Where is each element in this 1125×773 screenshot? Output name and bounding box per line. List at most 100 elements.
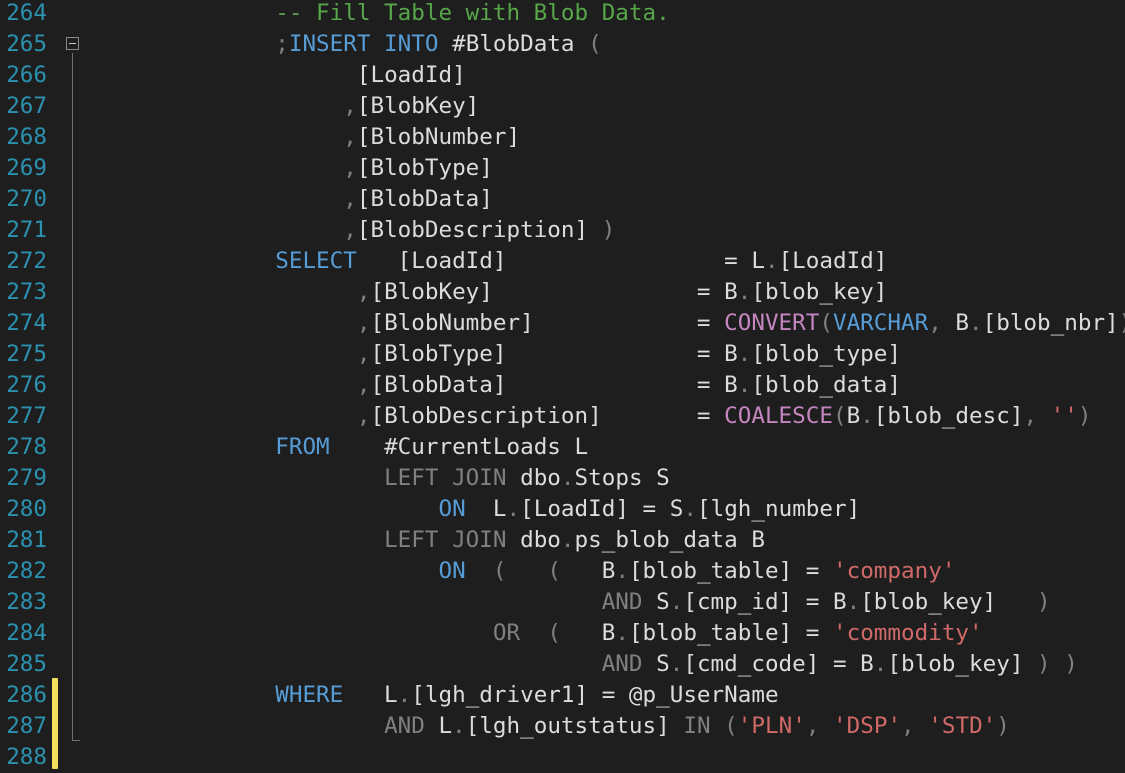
- code-token: ,: [343, 93, 357, 119]
- code-token: ps_blob_data B: [574, 527, 765, 553]
- code-line[interactable]: 286 WHERE L.[lgh_driver1] = @p_UserName: [0, 680, 1125, 711]
- code-token: .: [683, 496, 697, 522]
- code-token: (: [588, 31, 602, 57]
- code-line[interactable]: 279 LEFT JOIN dbo.Stops S: [0, 463, 1125, 494]
- code-editor[interactable]: 264 -- Fill Table with Blob Data. 265 ;IN…: [0, 0, 1125, 770]
- line-number: 286: [6, 682, 47, 708]
- code-text: ,[BlobDescription] ): [112, 215, 615, 246]
- code-text: WHERE L.[lgh_driver1] = @p_UserName: [112, 680, 779, 711]
- code-line[interactable]: 288: [0, 742, 1125, 773]
- code-token: ,: [356, 341, 371, 367]
- code-line[interactable]: 268 ,[BlobNumber]: [0, 122, 1125, 153]
- code-token: -- Fill Table with Blob Data.: [275, 0, 670, 26]
- line-number: 285: [6, 651, 47, 677]
- code-text: ON ( ( B.[blob_table] = 'company': [112, 556, 955, 587]
- code-token: INSERT INTO: [288, 31, 439, 57]
- code-line[interactable]: 265 ;INSERT INTO #BlobData (: [0, 29, 1125, 60]
- code-token: ,: [343, 155, 357, 181]
- code-token: S: [656, 496, 684, 522]
- code-line[interactable]: 284 OR ( B.[blob_table] = 'commodity': [0, 618, 1125, 649]
- code-token: CONVERT: [724, 310, 820, 336]
- line-number: 287: [6, 713, 47, 739]
- code-token: ;: [275, 31, 289, 57]
- line-number: 281: [6, 527, 47, 553]
- code-token: [lgh_driver1] = @p_UserName: [411, 682, 779, 708]
- code-token: OR: [492, 620, 521, 646]
- code-token: FROM: [275, 434, 330, 460]
- code-token: ON: [438, 496, 466, 522]
- code-token: [LoadId]: [778, 248, 888, 274]
- code-line[interactable]: 272 SELECT [LoadId] = L.[LoadId]: [0, 246, 1125, 277]
- code-token: .: [560, 527, 575, 553]
- code-line[interactable]: 280 ON L.[LoadId] = S.[lgh_number]: [0, 494, 1125, 525]
- code-text: ,[BlobType] = B.[blob_type]: [112, 339, 901, 370]
- line-number: 271: [6, 217, 47, 243]
- code-token: ( (: [492, 558, 561, 584]
- code-text: -- Fill Table with Blob Data.: [112, 0, 670, 29]
- code-token: [BlobNumber] =: [370, 310, 725, 336]
- code-text: ,[BlobData]: [112, 184, 493, 215]
- code-token: L: [465, 496, 507, 522]
- code-token: [blob_key]: [751, 279, 888, 305]
- code-line[interactable]: 270 ,[BlobData]: [0, 184, 1125, 215]
- code-token: [blob_table] =: [628, 558, 833, 584]
- code-line[interactable]: 287 AND L.[lgh_outstatus] IN ('PLN', 'DS…: [0, 711, 1125, 742]
- code-token: SELECT: [275, 248, 357, 274]
- code-line[interactable]: 264 -- Fill Table with Blob Data.: [0, 0, 1125, 29]
- code-token: S: [642, 651, 670, 677]
- code-line[interactable]: 282 ON ( ( B.[blob_table] = 'company': [0, 556, 1125, 587]
- code-token: [blob_key]: [860, 589, 1038, 615]
- code-token: [BlobType]: [356, 155, 493, 181]
- code-token: [cmd_code] = B: [683, 651, 874, 677]
- code-line[interactable]: 281 LEFT JOIN dbo.ps_blob_data B: [0, 525, 1125, 556]
- code-text: ,[BlobDescription] = COALESCE(B.[blob_de…: [112, 401, 1092, 432]
- code-line[interactable]: 275 ,[BlobType] = B.[blob_type]: [0, 339, 1125, 370]
- code-line[interactable]: 283 AND S.[cmp_id] = B.[blob_key] ): [0, 587, 1125, 618]
- code-text: FROM #CurrentLoads L: [112, 432, 588, 463]
- code-line[interactable]: 266 [LoadId]: [0, 60, 1125, 91]
- code-token: LEFT JOIN: [384, 465, 507, 491]
- code-token: '': [1050, 403, 1078, 429]
- collapse-minus-icon[interactable]: [66, 37, 79, 50]
- code-line[interactable]: 274 ,[BlobNumber] = CONVERT(VARCHAR, B.[…: [0, 308, 1125, 339]
- code-line[interactable]: 271 ,[BlobDescription] ): [0, 215, 1125, 246]
- code-line[interactable]: 269 ,[BlobType]: [0, 153, 1125, 184]
- code-token: .: [560, 465, 575, 491]
- code-token: [BlobNumber]: [356, 124, 521, 150]
- code-line[interactable]: 276 ,[BlobData] = B.[blob_data]: [0, 370, 1125, 401]
- code-token: L: [424, 713, 453, 739]
- line-number: 273: [6, 279, 47, 305]
- code-token: 'company': [833, 558, 956, 584]
- code-line[interactable]: 285 AND S.[cmd_code] = B.[blob_key] ) ): [0, 649, 1125, 680]
- code-token: .: [669, 651, 684, 677]
- line-number: 276: [6, 372, 47, 398]
- code-line[interactable]: 278 FROM #CurrentLoads L: [0, 432, 1125, 463]
- code-token: B: [560, 558, 616, 584]
- line-number: 279: [6, 465, 47, 491]
- code-token: [blob_data]: [751, 372, 901, 398]
- code-token: (: [710, 713, 738, 739]
- code-token: IN: [683, 713, 711, 739]
- code-line[interactable]: 277 ,[BlobDescription] = COALESCE(B.[blo…: [0, 401, 1125, 432]
- code-token: [blob_key]: [887, 651, 1038, 677]
- code-text: OR ( B.[blob_table] = 'commodity': [112, 618, 983, 649]
- line-number: 264: [6, 0, 47, 26]
- code-text: ,[BlobNumber] = CONVERT(VARCHAR, B.[blob…: [112, 308, 1125, 339]
- code-token: ON: [438, 558, 466, 584]
- code-line[interactable]: 273 ,[BlobKey] = B.[blob_key]: [0, 277, 1125, 308]
- code-token: ): [1119, 310, 1125, 336]
- code-token: 'STD': [928, 713, 997, 739]
- code-line[interactable]: 267 ,[BlobKey]: [0, 91, 1125, 122]
- code-token: WHERE: [275, 682, 344, 708]
- code-token: [blob_nbr]: [982, 310, 1119, 336]
